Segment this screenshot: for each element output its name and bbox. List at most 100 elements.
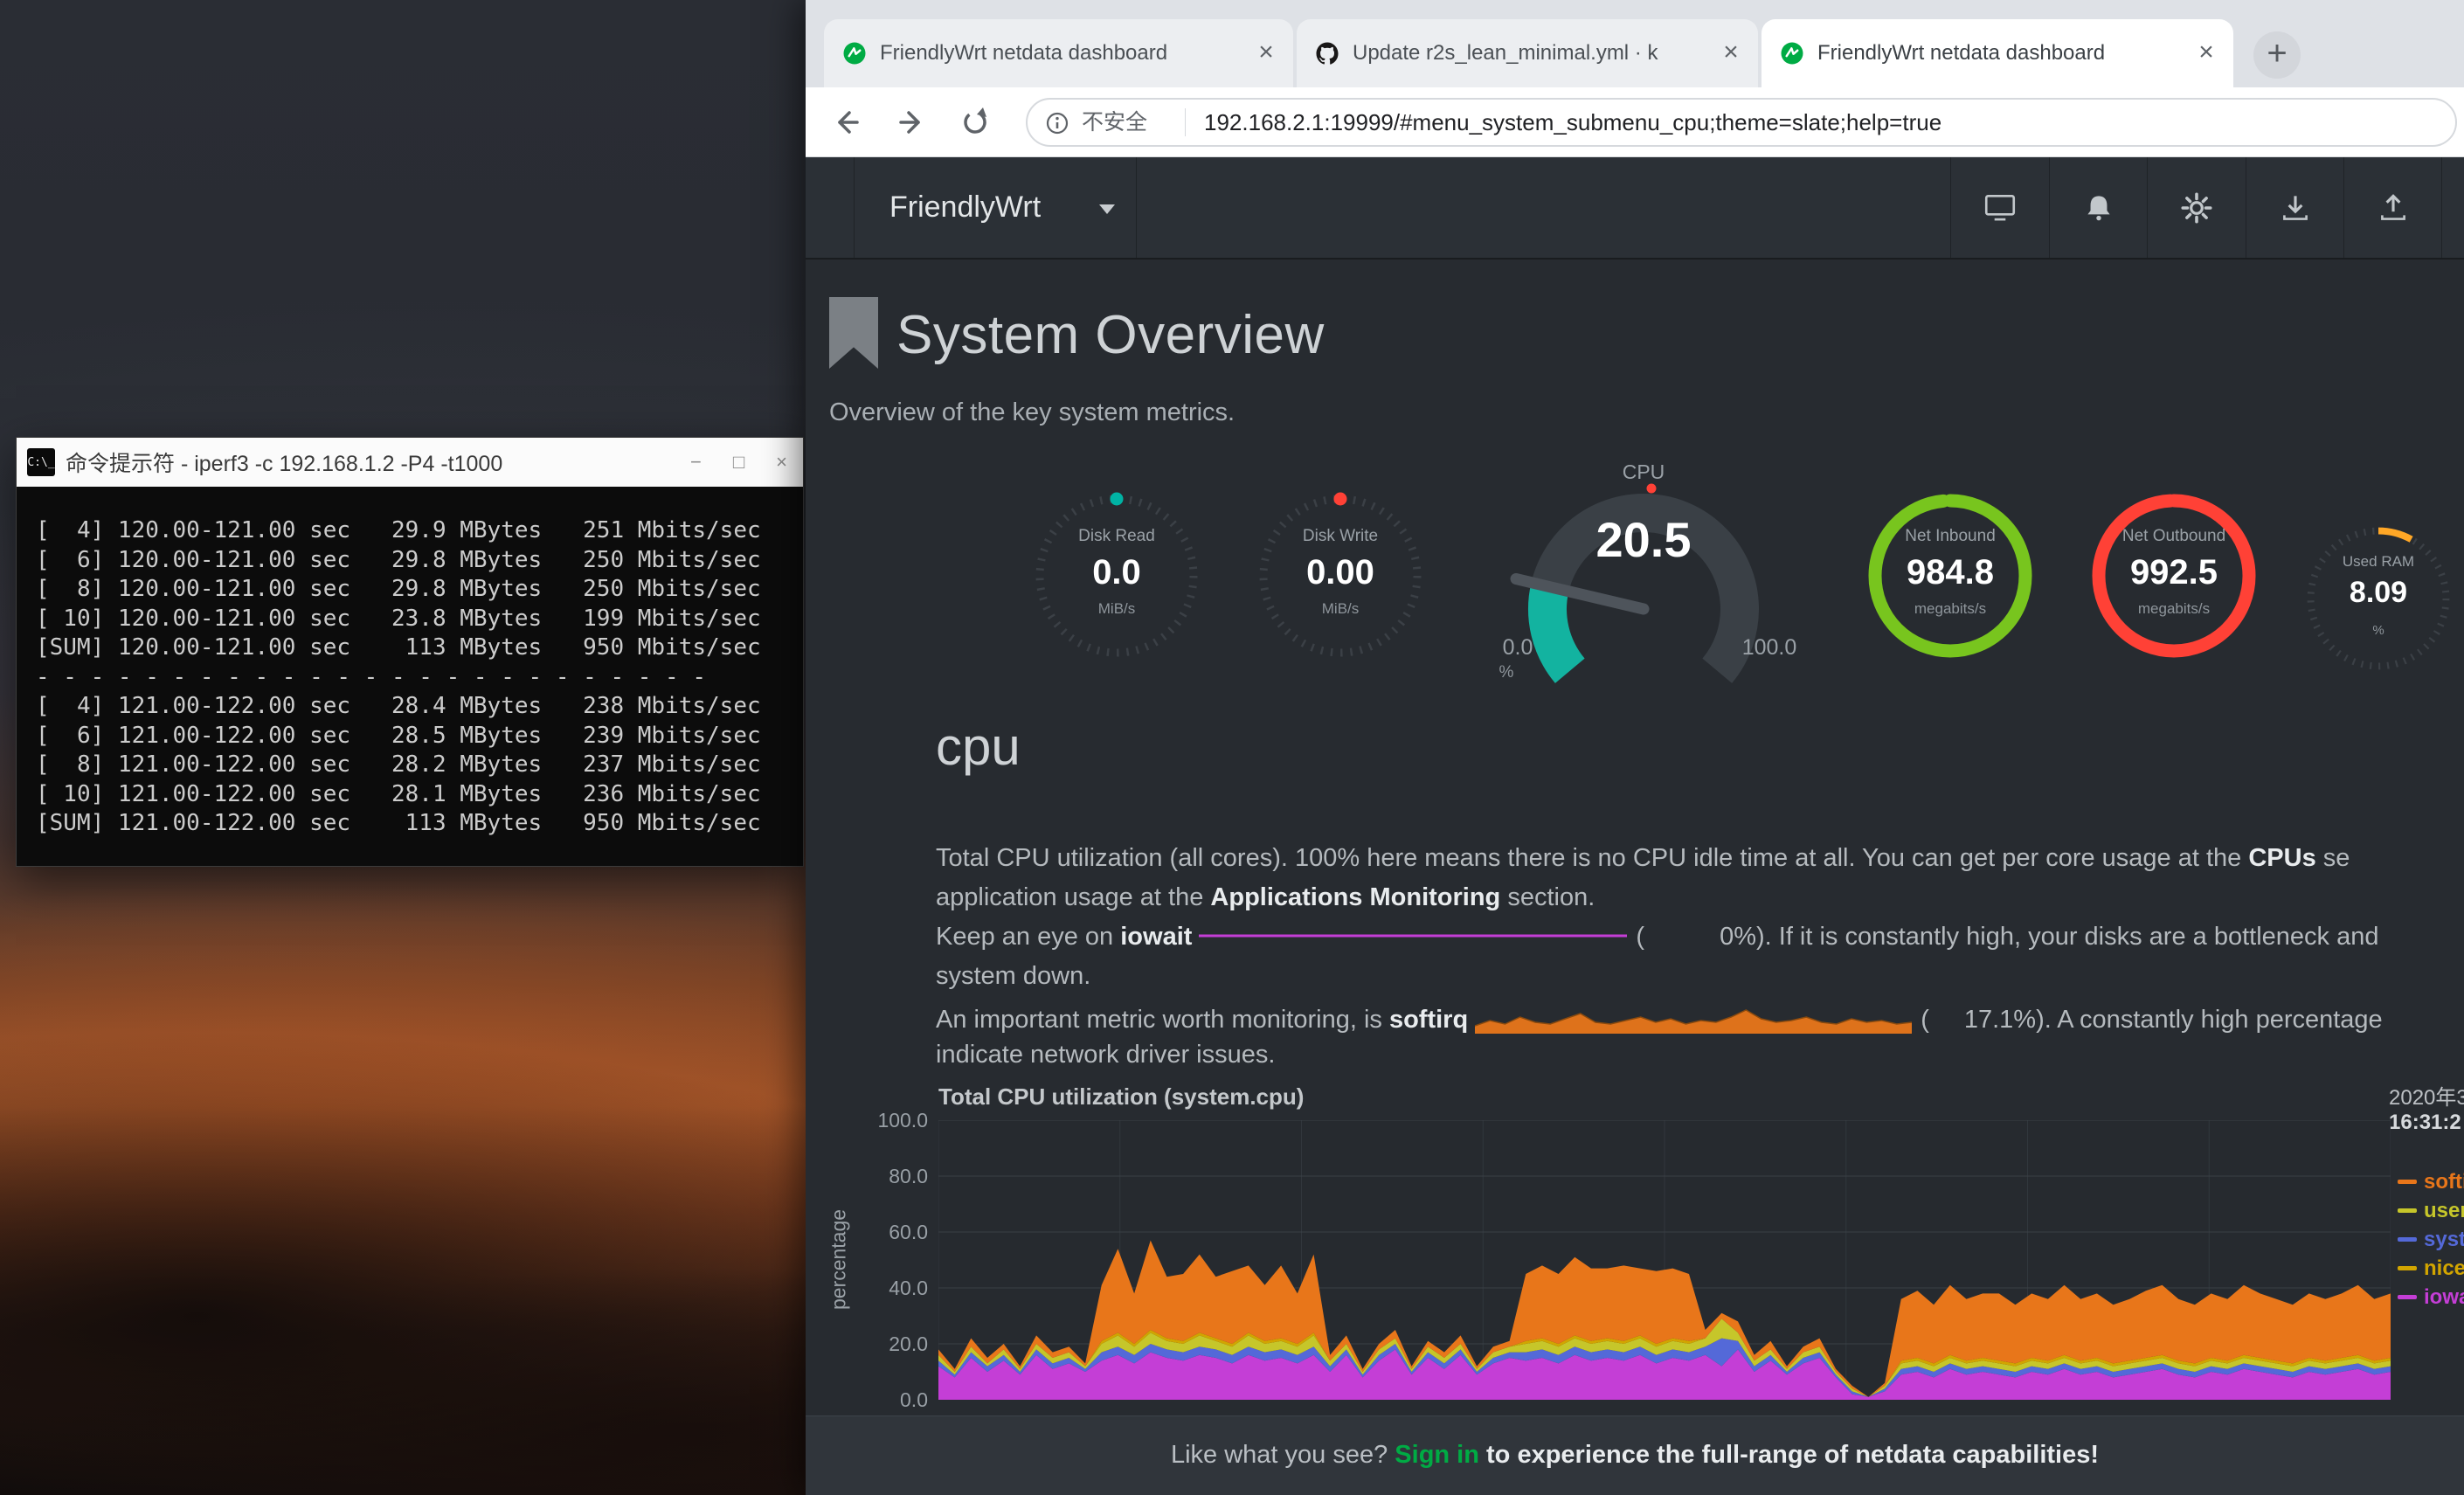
legend-swatch-icon [2398,1237,2417,1242]
page-subtitle: Overview of the key system metrics. [829,398,1235,427]
gauge-disk-write[interactable]: Disk Write 0.00 MiB/s [1253,488,1428,663]
browser-tab-netdata-1[interactable]: FriendlyWrt netdata dashboard × [824,19,1293,87]
print-monitor-button[interactable] [1950,157,2049,258]
signin-banner: Like what you see? Sign in to experience… [806,1415,2464,1495]
text-segment[interactable]: Sign in [1395,1441,1479,1469]
cmd-icon: C:\_ [27,448,55,476]
y-axis-tick: 100.0 [823,1109,928,1132]
chart-legend: softirq usersystemnice iowait [2398,1167,2464,1312]
tab-close-icon[interactable]: × [2191,38,2221,68]
legend-swatch-icon [2398,1180,2417,1184]
terminal-output[interactable]: [ 4] 120.00-121.00 sec 29.9 MBytes 251 M… [17,487,803,866]
import-download-button[interactable] [2246,157,2344,258]
description-line: indicate network driver issues. [936,1035,2464,1075]
text-segment: Like what you see? [1171,1441,1395,1469]
gauge-value: 0.0 [1029,553,1204,592]
gauge-unit: megabits/s [1863,600,2038,618]
text-segment: to experience the full-range of netdata … [1479,1441,2099,1469]
legend-swatch-icon [2398,1295,2417,1299]
gauge-value: 20.5 [1478,511,1810,568]
maximize-icon[interactable]: □ [733,451,744,474]
gauge-label: Net Inbound [1863,527,2038,546]
host-dropdown[interactable]: FriendlyWrt [854,157,1137,258]
text-segment: Total CPU utilization (all cores). 100% … [936,844,2248,872]
legend-item-softirq[interactable]: softirq [2398,1167,2464,1196]
text-segment: application usage at the [936,883,1210,911]
gauge-unit: MiB/s [1029,600,1204,618]
chart-time-value: 16:31:2 [2389,1111,2464,1135]
bookmark-icon [829,297,878,369]
netdata-dashboard: FriendlyWrt [806,157,2464,1495]
cpu-description: Total CPU utilization (all cores). 100% … [936,839,2464,1075]
legend-item-nice[interactable]: nice [2398,1254,2464,1283]
description-line: Total CPU utilization (all cores). 100% … [936,839,2464,878]
legend-item-iowait[interactable]: iowait [2398,1283,2464,1312]
gauge-unit: % [1485,663,1528,682]
tab-title: Update r2s_lean_minimal.yml · k [1353,41,1711,66]
cpu-speedometer-icon [1478,453,1810,698]
back-button[interactable] [828,103,867,142]
gauge-disk-read[interactable]: Disk Read 0.0 MiB/s [1029,488,1204,663]
settings-gear-button[interactable] [2147,157,2246,258]
description-line: An important metric worth monitoring, is… [936,996,2464,1035]
legend-item-user[interactable]: user [2398,1196,2464,1225]
terminal-titlebar[interactable]: C:\_ 命令提示符 - iperf3 -c 192.168.1.2 -P4 -… [17,438,803,487]
y-axis-tick: 0.0 [823,1388,928,1412]
legend-label: user [2424,1199,2464,1223]
gauge-label: Disk Read [1029,527,1204,546]
legend-item-system[interactable]: system [2398,1225,2464,1254]
tab-close-icon[interactable]: × [1716,38,1746,68]
address-bar[interactable]: 不安全 192.168.2.1:19999/#menu_system_subme… [1026,98,2457,147]
description-line: application usage at the Applications Mo… [936,878,2464,917]
chart-datetime: 2020年3 16:31:2 [2389,1080,2464,1135]
legend-swatch-icon [2398,1208,2417,1213]
description-text: ( [1921,1006,1929,1034]
alarms-bell-button[interactable] [2049,157,2148,258]
legend-swatch-icon [2398,1266,2417,1270]
description-text: 0%). If it is constantly high, your disk… [1720,923,2378,951]
legend-label: iowait [2424,1285,2464,1310]
description-text: Keep an eye on iowait [936,923,1192,951]
tab-title: FriendlyWrt netdata dashboard [880,41,1246,66]
text-segment: An important metric worth monitoring, is [936,1006,1389,1034]
gauge-net-inbound[interactable]: Net Inbound 984.8 megabits/s [1863,488,2038,663]
browser-tab-netdata-2-active[interactable]: FriendlyWrt netdata dashboard × [1761,19,2233,87]
tab-close-icon[interactable]: × [1251,38,1281,68]
iowait-sparkline[interactable] [1199,929,1627,943]
signin-text[interactable]: Like what you see? Sign in to experience… [806,1416,2464,1493]
info-icon[interactable] [1045,111,1069,135]
gauge-unit: MiB/s [1253,600,1428,618]
browser-tab-github[interactable]: Update r2s_lean_minimal.yml · k × [1297,19,1758,87]
new-tab-button[interactable]: + [2253,31,2301,79]
url-text[interactable]: 192.168.2.1:19999/#menu_system_submenu_c… [1204,100,2436,145]
gauge-label: Net Outbound [2087,527,2261,546]
export-upload-button[interactable] [2343,157,2442,258]
browser-toolbar: 不安全 192.168.2.1:19999/#menu_system_subme… [806,87,2464,157]
description-text: An important metric worth monitoring, is… [936,1006,1468,1034]
gauge-cpu[interactable]: CPU 20.5 0.0 100.0 % [1478,453,1810,698]
netdata-favicon-icon [1779,40,1805,66]
description-text: 17.1%). A constantly high percentage [1964,1006,2383,1034]
minimize-icon[interactable]: − [690,451,702,474]
forward-button[interactable] [891,103,930,142]
text-segment: Keep an eye on [936,923,1120,951]
softirq-sparkline[interactable] [1475,996,1912,1035]
dashboard-navbar: FriendlyWrt [806,157,2464,260]
security-label[interactable]: 不安全 [1082,100,1147,145]
legend-label: softirq [2424,1170,2464,1194]
cpu-utilization-chart[interactable] [938,1120,2391,1400]
close-icon[interactable]: × [776,451,787,474]
section-heading-cpu: cpu [936,716,1021,777]
gauge-net-outbound[interactable]: Net Outbound 992.5 megabits/s [2087,488,2261,663]
gauge-min: 0.0 [1490,635,1546,661]
reload-button[interactable] [956,103,994,142]
terminal-title: 命令提示符 - iperf3 -c 192.168.1.2 -P4 -t1000 [66,446,502,478]
text-segment: iowait [1120,923,1192,951]
chart-date-value: 2020年3 [2389,1080,2464,1111]
chart-title: Total CPU utilization (system.cpu) [938,1083,1304,1111]
github-favicon-icon [1314,40,1340,66]
terminal-window[interactable]: C:\_ 命令提示符 - iperf3 -c 192.168.1.2 -P4 -… [16,437,804,867]
legend-label: nice [2424,1256,2464,1281]
gauge-used-ram[interactable]: Used RAM 8.09 % [2301,522,2455,675]
desktop: C:\_ 命令提示符 - iperf3 -c 192.168.1.2 -P4 -… [0,0,2464,1495]
